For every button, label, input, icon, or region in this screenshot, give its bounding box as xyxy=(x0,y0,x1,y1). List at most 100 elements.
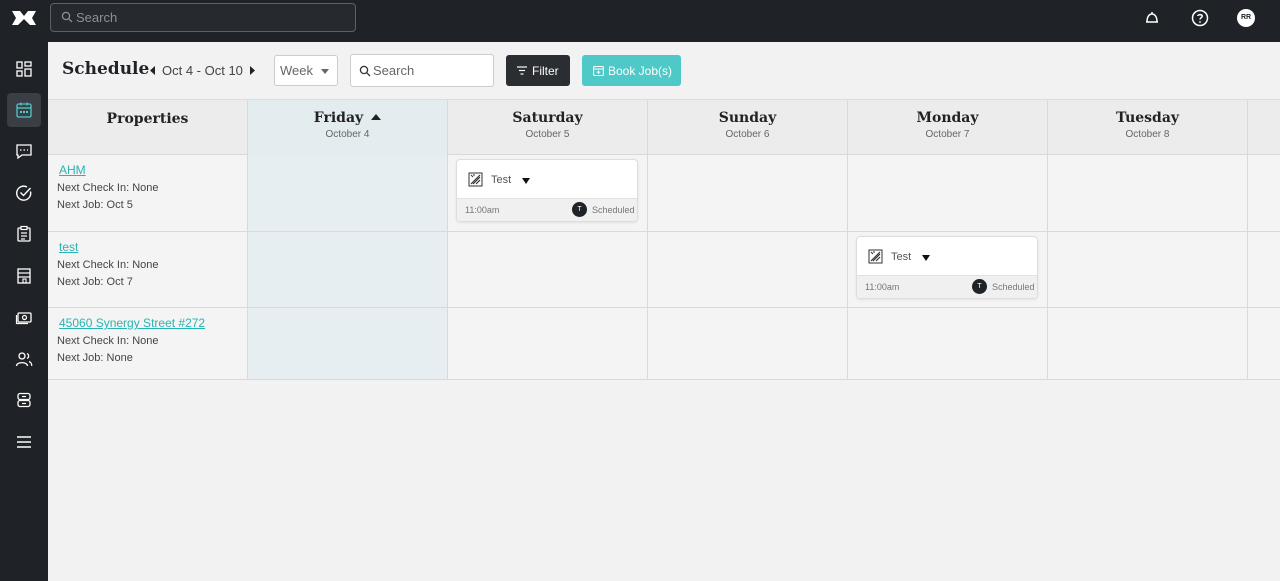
next-week-button[interactable] xyxy=(247,62,257,78)
day-header-monday[interactable]: Monday October 7 xyxy=(848,100,1048,156)
day-header-overflow xyxy=(1248,100,1280,156)
schedule-cell[interactable] xyxy=(448,232,648,307)
property-link[interactable]: 45060 Synergy Street #272 xyxy=(59,316,205,330)
next-check-in: Next Check In: None xyxy=(57,335,159,347)
day-date: October 6 xyxy=(725,129,770,140)
next-job: Next Job: Oct 5 xyxy=(57,199,133,211)
schedule-cell[interactable] xyxy=(448,308,648,379)
schedule-cell[interactable] xyxy=(848,155,1048,231)
sidebar-item-payments[interactable] xyxy=(7,300,41,334)
bell-icon[interactable] xyxy=(1143,9,1161,27)
schedule-cell[interactable] xyxy=(1048,308,1248,379)
schedule-cell[interactable] xyxy=(648,232,848,307)
day-date: October 7 xyxy=(925,129,970,140)
day-header-tuesday[interactable]: Tuesday October 8 xyxy=(1048,100,1248,156)
day-name: Tuesday xyxy=(1115,110,1180,126)
check-circle-icon xyxy=(16,185,32,201)
chevron-left-icon xyxy=(150,65,155,75)
next-job: Next Job: None xyxy=(57,352,133,364)
top-bar: Search RR xyxy=(0,0,1280,42)
schedule-cell[interactable] xyxy=(648,308,848,379)
sidebar-item-team[interactable] xyxy=(7,342,41,376)
property-link[interactable]: AHM xyxy=(59,163,86,177)
view-select-value: Week xyxy=(280,63,313,78)
filter-button[interactable]: Filter xyxy=(506,55,570,86)
schedule-cell[interactable] xyxy=(1048,155,1248,231)
cleaning-icon xyxy=(868,249,883,264)
user-avatar[interactable]: RR xyxy=(1237,9,1255,27)
sidebar-item-dashboard[interactable] xyxy=(7,52,41,86)
users-icon xyxy=(15,352,33,367)
schedule-cell[interactable] xyxy=(848,308,1048,379)
filter-button-label: Filter xyxy=(532,64,559,78)
filter-icon xyxy=(517,66,527,75)
day-header-saturday[interactable]: Saturday October 5 xyxy=(448,100,648,156)
day-header-sunday[interactable]: Sunday October 6 xyxy=(648,100,848,156)
job-name: Test xyxy=(891,251,912,263)
help-icon[interactable] xyxy=(1191,9,1209,27)
storage-icon xyxy=(17,392,31,408)
previous-week-button[interactable] xyxy=(148,62,158,78)
sidebar-item-reports[interactable] xyxy=(7,217,41,251)
sidebar xyxy=(0,42,48,581)
schedule-cell[interactable] xyxy=(1048,232,1248,307)
global-search-input[interactable]: Search xyxy=(50,3,356,32)
search-icon xyxy=(359,65,371,77)
calendar-icon xyxy=(16,102,32,118)
chat-icon xyxy=(16,144,32,160)
logo-icon[interactable] xyxy=(11,9,37,27)
properties-column-header: Properties xyxy=(48,100,248,156)
schedule-grid: Properties Friday October 4 Saturday Oct… xyxy=(48,99,1280,380)
date-range-label: Oct 4 - Oct 10 xyxy=(162,62,243,78)
day-name: Saturday xyxy=(512,110,583,126)
caret-down-icon[interactable] xyxy=(922,255,930,261)
job-status: Scheduled xyxy=(992,282,1035,292)
sort-ascending-icon xyxy=(371,114,382,120)
money-icon xyxy=(15,312,32,325)
sidebar-item-properties[interactable] xyxy=(7,259,41,293)
schedule-search-input[interactable]: Search xyxy=(350,54,494,87)
caret-down-icon[interactable] xyxy=(522,178,530,184)
schedule-cell[interactable] xyxy=(248,232,448,307)
dashboard-icon xyxy=(16,61,32,77)
next-job: Next Job: Oct 7 xyxy=(57,276,133,288)
next-check-in: Next Check In: None xyxy=(57,259,159,271)
assignee-avatar: T xyxy=(972,279,987,294)
grid-header-row: Properties Friday October 4 Saturday Oct… xyxy=(48,99,1280,156)
sidebar-item-tasks[interactable] xyxy=(7,176,41,210)
schedule-cell[interactable]: Test 11:00am T Scheduled xyxy=(448,155,648,231)
day-name: Friday xyxy=(313,110,364,126)
view-select[interactable]: Week xyxy=(274,55,338,86)
chevron-down-icon xyxy=(321,69,329,74)
sidebar-item-inventory[interactable] xyxy=(7,383,41,417)
schedule-search-placeholder: Search xyxy=(373,63,415,78)
sidebar-item-schedule[interactable] xyxy=(7,93,41,127)
book-jobs-button[interactable]: Book Job(s) xyxy=(582,55,681,86)
properties-header-label: Properties xyxy=(106,111,189,127)
property-row: AHM Next Check In: None Next Job: Oct 5 … xyxy=(48,155,1280,232)
schedule-cell[interactable]: Test 11:00am T Scheduled xyxy=(848,232,1048,307)
calendar-plus-icon xyxy=(593,66,604,76)
sidebar-item-menu[interactable] xyxy=(7,425,41,459)
day-date: October 4 xyxy=(325,129,370,140)
cleaning-icon xyxy=(468,172,483,187)
job-name: Test xyxy=(491,174,512,186)
schedule-cell[interactable] xyxy=(648,155,848,231)
schedule-cell[interactable] xyxy=(248,155,448,231)
job-card[interactable]: Test 11:00am T Scheduled xyxy=(856,236,1038,299)
next-check-in: Next Check In: None xyxy=(57,182,159,194)
search-icon xyxy=(61,11,73,23)
day-header-friday[interactable]: Friday October 4 xyxy=(248,100,448,156)
book-jobs-button-label: Book Job(s) xyxy=(608,64,673,78)
job-card[interactable]: Test 11:00am T Scheduled xyxy=(456,159,638,222)
property-link[interactable]: test xyxy=(59,240,78,254)
job-card-footer: 11:00am T Scheduled xyxy=(457,198,637,221)
job-time: 11:00am xyxy=(865,282,900,292)
property-cell: AHM Next Check In: None Next Job: Oct 5 xyxy=(48,155,248,231)
sidebar-item-messages[interactable] xyxy=(7,134,41,168)
job-time: 11:00am xyxy=(465,205,500,215)
date-range-nav: Oct 4 - Oct 10 xyxy=(148,62,257,78)
day-name: Monday xyxy=(916,110,979,126)
building-icon xyxy=(17,268,31,284)
schedule-cell[interactable] xyxy=(248,308,448,379)
